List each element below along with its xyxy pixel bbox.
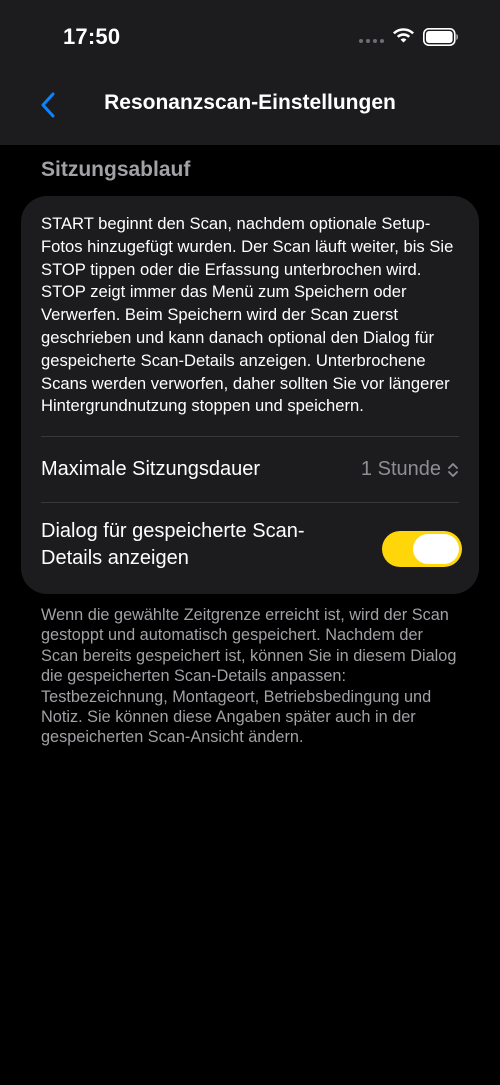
max-duration-value: 1 Stunde [360, 458, 441, 480]
saved-dialog-toggle[interactable] [382, 531, 462, 567]
saved-dialog-row: Dialog für gespeicherte Scan-Details anz… [21, 503, 479, 594]
section-header: Sitzungsablauf [41, 158, 191, 181]
signal-icon [359, 37, 385, 45]
page-title: Resonanzscan-Einstellungen [104, 91, 396, 114]
wifi-icon [393, 28, 414, 43]
footer-note: Wenn die gewählte Zeitgrenze erreicht is… [41, 606, 457, 747]
saved-dialog-label: Dialog für gespeicherte Scan-Details anz… [41, 520, 305, 569]
signal-dot [380, 39, 384, 43]
nav-bar: Resonanzscan-Einstellungen [0, 75, 500, 135]
settings-card: START beginnt den Scan, nachdem optional… [21, 196, 479, 594]
session-description: START beginnt den Scan, nachdem optional… [41, 214, 454, 416]
max-duration-row[interactable]: Maximale Sitzungsdauer 1 Stunde [21, 437, 479, 502]
signal-dot [359, 39, 363, 43]
signal-dot [366, 39, 370, 43]
signal-dot [373, 39, 377, 43]
header: 17:50 Resonanzscan-Einstellungen [0, 0, 500, 145]
chevron-up-down-icon [448, 462, 458, 477]
max-duration-picker[interactable]: 1 Stunde [361, 458, 459, 481]
toggle-knob [413, 534, 459, 564]
max-duration-label: Maximale Sitzungsdauer [41, 458, 260, 480]
status-bar: 17:50 [0, 0, 500, 75]
chevron-left-icon [41, 92, 55, 118]
status-time: 17:50 [63, 24, 121, 49]
battery-icon [423, 28, 458, 46]
